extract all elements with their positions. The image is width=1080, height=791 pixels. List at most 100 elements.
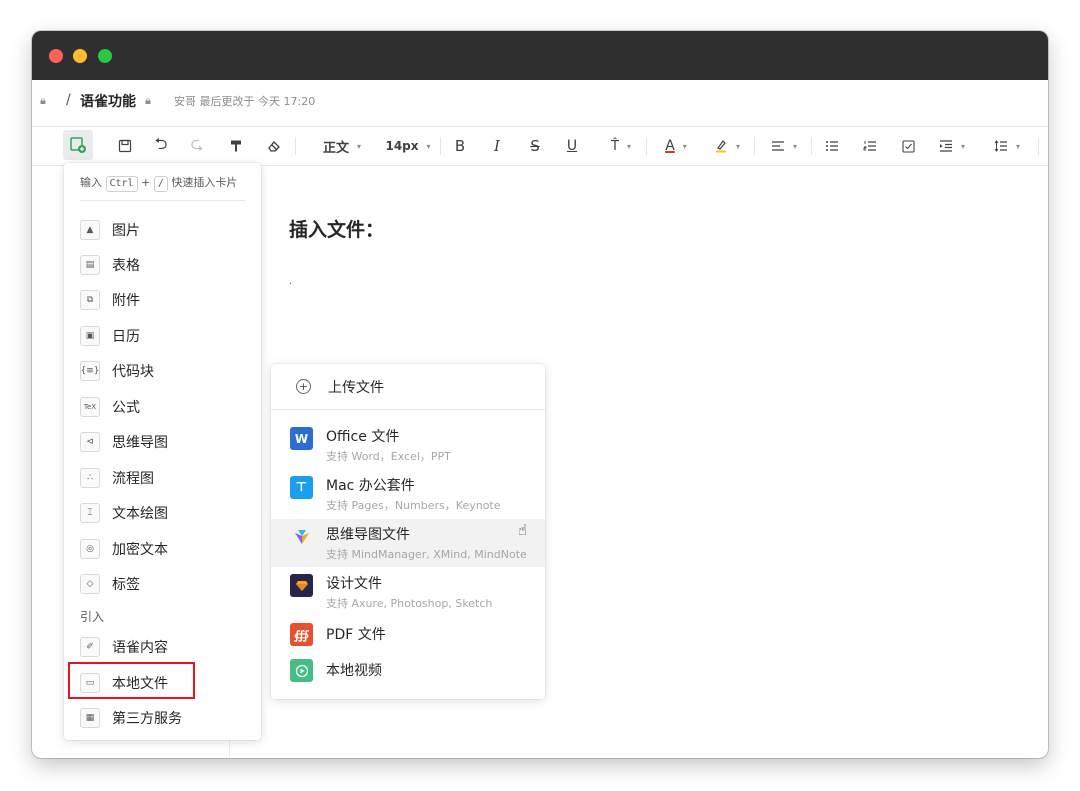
italic-button[interactable]: I [487,127,507,165]
pdf-icon: ∰ [290,623,313,646]
calendar-icon: ▣ [80,326,100,346]
redo-button[interactable]: ⮎ [186,127,208,165]
toolbar-divider [811,137,812,155]
document-heading[interactable]: 插入文件： [289,215,384,242]
checkbox-icon [901,139,915,153]
insert-item-label: 附件 [112,293,140,309]
option-name: PDF 文件 [326,627,386,643]
local-video-option[interactable]: 本地视频 [271,656,545,688]
clear-format-button[interactable] [263,127,285,165]
insert-flowchart[interactable]: ∴ 流程图 [76,463,246,493]
mindmap-file-option[interactable]: 思维导图文件 支持 MindManager, XMind, MindNote ☝ [271,519,545,567]
insert-image[interactable]: ▲ 图片 [76,215,246,245]
insert-tag[interactable]: ◇ 标签 [76,569,246,599]
sketch-icon [290,574,313,597]
indent-select[interactable]: ▾ [932,127,972,165]
insert-third-party[interactable]: ▦ 第三方服务 [76,703,246,733]
document-title[interactable]: 语雀功能 [80,91,136,111]
font-color-select[interactable]: A ▾ [656,127,696,165]
mac-office-option[interactable]: ⊤ Mac 办公套件 支持 Pages，Numbers，Keynote [271,470,545,518]
hint-suffix: 快速插入卡片 [171,176,238,189]
ordered-list-button[interactable] [859,127,881,165]
mindmap-icon: ⊲ [80,432,100,452]
insert-attachment[interactable]: ⧉ 附件 [76,285,246,315]
bullet-list-icon [826,141,838,151]
word-icon: W [290,427,313,450]
code-icon: {≡} [80,361,100,381]
chevron-down-icon: ▾ [960,141,965,151]
task-list-button[interactable] [897,127,919,165]
breadcrumb-separator: / [66,92,71,108]
editor-toolbar: ⮌ ⮎ 正文 ▾ 14px ▾ B I S U T̂ ▾ A ▾ ▾ ▾ ▾ ▾ [32,127,1048,166]
line-height-select[interactable]: ▾ [987,127,1027,165]
insert-item-label: 加密文本 [112,542,168,558]
flowchart-icon: ∴ [80,468,100,488]
bold-button[interactable]: B [450,127,470,165]
insert-code-block[interactable]: {≡} 代码块 [76,356,246,386]
import-section-label: 引入 [80,610,105,624]
insert-encrypted-text[interactable]: ◎ 加密文本 [76,534,246,564]
insert-item-label: 代码块 [112,364,154,380]
font-size-label: 14px [385,139,419,153]
save-button[interactable] [114,127,136,165]
toolbar-divider [295,137,296,155]
undo-icon: ⮌ [154,133,168,153]
insert-yuque-content[interactable]: ✐ 语雀内容 [76,632,246,662]
minimize-window-button[interactable] [73,49,87,63]
insert-icon [70,137,86,153]
align-select[interactable]: ▾ [764,127,804,165]
format-painter-button[interactable] [225,127,247,165]
tag-icon: ◇ [80,574,100,594]
title-bar [32,31,1048,80]
insert-calendar[interactable]: ▣ 日历 [76,321,246,351]
superscript-select[interactable]: T̂ ▾ [599,127,643,165]
bold-icon: B [454,137,466,155]
upload-file-option[interactable]: + 上传文件 [271,364,545,409]
insert-card-button[interactable] [63,130,93,160]
redo-icon: ⮎ [190,133,204,153]
formula-icon: TeX [80,397,100,417]
undo-button[interactable]: ⮌ [150,127,172,165]
third-party-icon: ▦ [80,708,100,728]
editor-cursor-line[interactable]: . [289,276,292,287]
maximize-window-button[interactable] [98,49,112,63]
close-window-button[interactable] [49,49,63,63]
toolbar-divider [646,137,647,155]
underline-button[interactable]: U [562,127,582,165]
design-file-option[interactable]: 设计文件 支持 Axure, Photoshop, Sketch [271,568,545,616]
slash-key: / [153,176,168,192]
option-description: 支持 Axure, Photoshop, Sketch [326,597,493,610]
chevron-down-icon: ▾ [1015,141,1020,151]
pdf-file-option[interactable]: ∰ PDF 文件 [271,620,545,652]
yuque-content-icon: ✐ [80,637,100,657]
option-name: Mac 办公套件 [326,478,415,494]
chevron-down-icon: ▾ [426,141,431,151]
panel-divider [80,200,245,201]
insert-item-label: 图片 [112,223,140,239]
video-icon [290,659,313,682]
highlight-color-select[interactable]: ▾ [707,127,747,165]
insert-formula[interactable]: TeX 公式 [76,392,246,422]
option-name: 设计文件 [326,576,382,592]
option-name: 本地视频 [326,663,382,679]
insert-mindmap[interactable]: ⊲ 思维导图 [76,427,246,457]
option-description: 支持 Pages，Numbers，Keynote [326,499,501,512]
office-file-option[interactable]: W Office 文件 支持 Word，Excel，PPT [271,421,545,469]
strikethrough-button[interactable]: S [525,127,545,165]
submenu-divider [271,409,545,410]
chevron-down-icon: ▾ [682,141,687,151]
hint-prefix: 输入 [80,176,102,189]
lock-text-icon: ◎ [80,539,100,559]
save-icon [118,139,132,153]
align-left-icon [771,141,784,151]
bullet-list-button[interactable] [821,127,843,165]
font-size-select[interactable]: 14px ▾ [384,127,432,165]
insert-card-panel: 输入 Ctrl + / 快速插入卡片 ▲ 图片 ▤ 表格 ⧉ 附件 ▣ 日历 {… [64,163,261,740]
insert-table[interactable]: ▤ 表格 [76,250,246,280]
paragraph-style-select[interactable]: 正文 ▾ [314,127,370,165]
line-height-icon [994,140,1007,152]
insert-item-label: 日历 [112,329,140,345]
insert-text-diagram[interactable]: ⌶ 文本绘图 [76,498,246,528]
keynote-icon: ⊤ [290,476,313,499]
text-diagram-icon: ⌶ [80,503,100,523]
